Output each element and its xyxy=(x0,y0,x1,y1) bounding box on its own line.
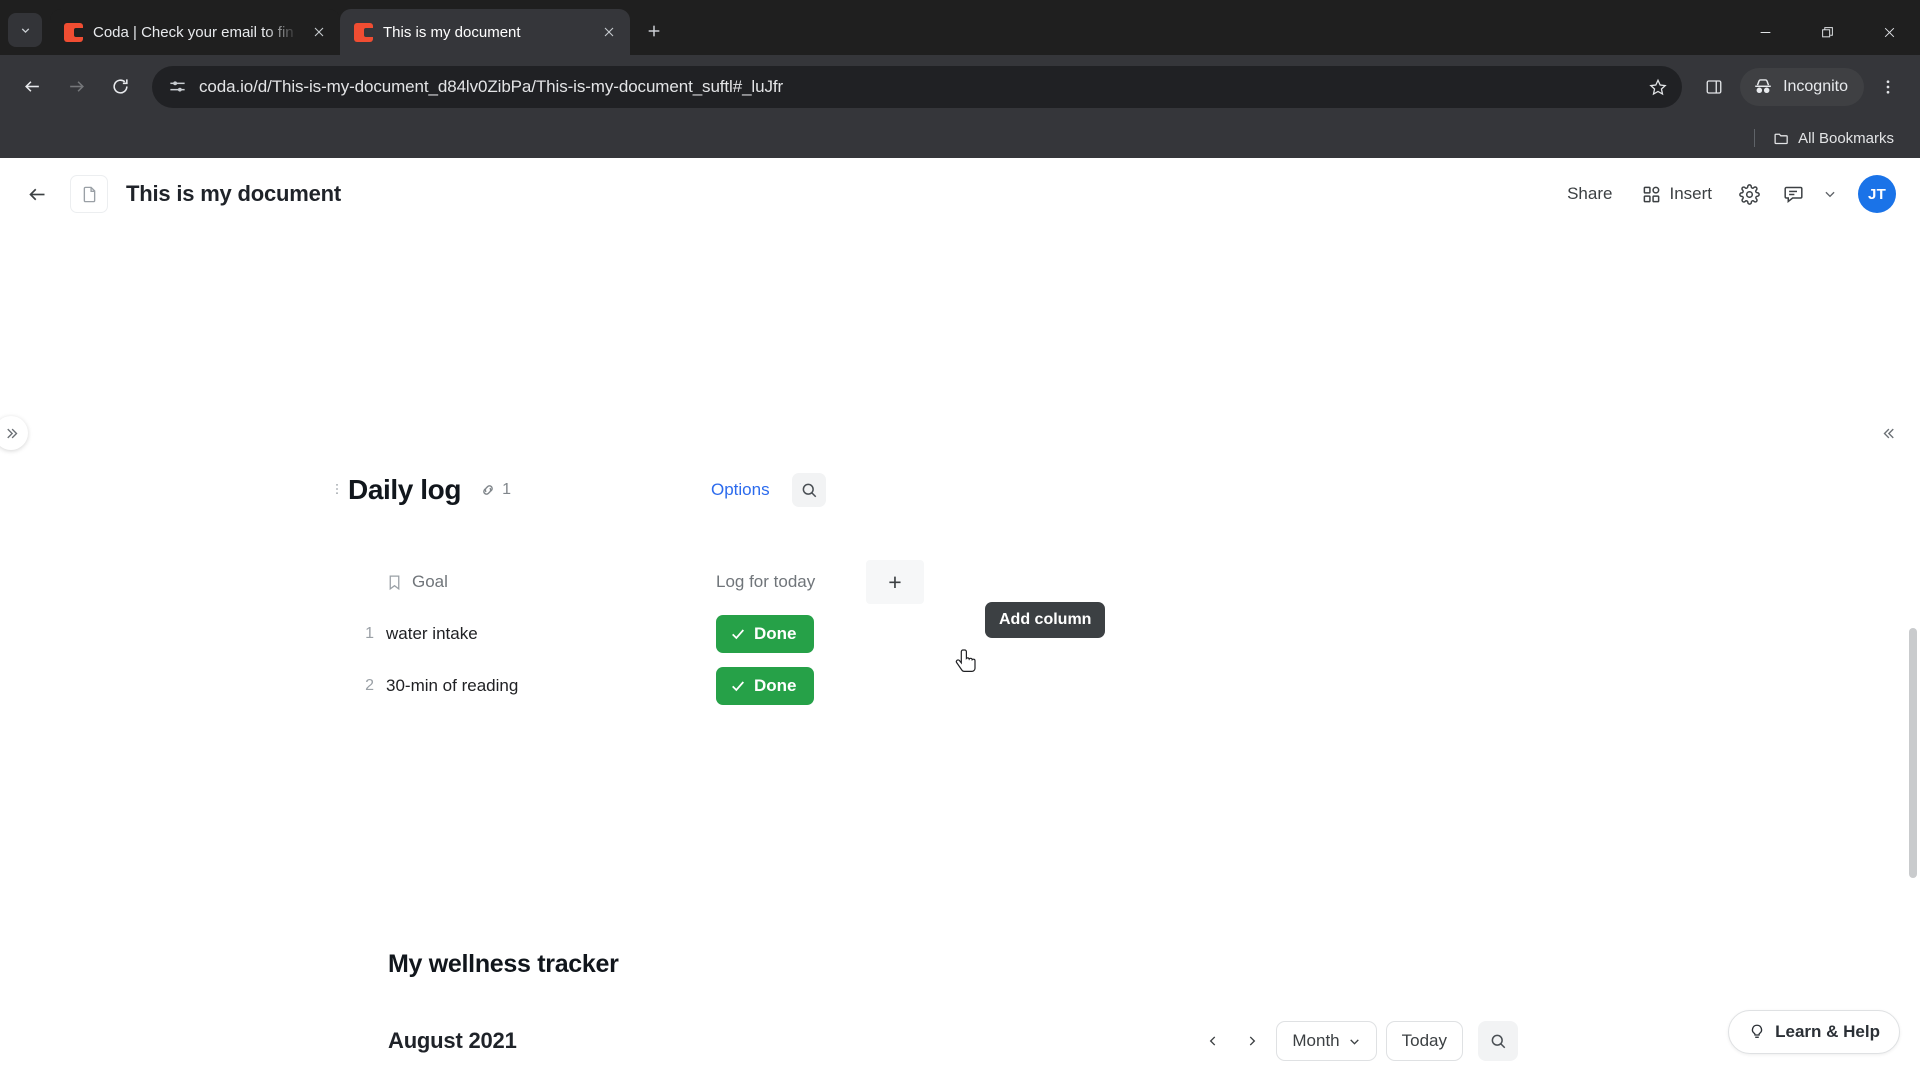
three-dot-menu-icon[interactable] xyxy=(1868,67,1908,107)
calendar-view-label: Month xyxy=(1292,1031,1340,1050)
collapse-panel-button[interactable] xyxy=(1872,416,1906,450)
daily-log-block: Daily log 1 Options Goal Log for today +… xyxy=(336,470,1332,712)
document-canvas: Daily log 1 Options Goal Log for today +… xyxy=(0,230,1920,1080)
incognito-icon xyxy=(1752,76,1774,98)
calendar-view-select[interactable]: Month xyxy=(1276,1021,1377,1061)
calendar-search-icon[interactable] xyxy=(1478,1021,1518,1061)
mouse-cursor xyxy=(955,648,981,680)
drag-handle-icon[interactable] xyxy=(326,480,348,501)
forward-arrow-icon[interactable] xyxy=(56,67,96,107)
check-icon xyxy=(730,678,746,694)
gear-icon[interactable] xyxy=(1730,175,1768,213)
bookmark-icon xyxy=(386,574,403,591)
all-bookmarks-button[interactable]: All Bookmarks xyxy=(1765,125,1902,152)
cell-goal[interactable]: water intake xyxy=(386,624,478,644)
page-scrollbar[interactable] xyxy=(1909,628,1917,878)
cell-goal[interactable]: 30-min of reading xyxy=(386,676,518,696)
close-icon[interactable] xyxy=(598,21,620,43)
grid-insert-icon xyxy=(1642,185,1661,204)
tab-title: This is my document xyxy=(383,23,521,41)
chevron-down-icon[interactable] xyxy=(1818,175,1842,213)
document-header: This is my document Share Insert JT xyxy=(0,158,1920,230)
site-settings-icon[interactable] xyxy=(168,77,187,96)
link-icon xyxy=(479,481,497,499)
address-bar[interactable]: coda.io/d/This-is-my-document_d84lv0ZibP… xyxy=(152,65,1683,108)
link-count: 1 xyxy=(502,481,511,498)
bookmark-star-icon[interactable] xyxy=(1642,71,1674,103)
link-reference-badge[interactable]: 1 xyxy=(479,481,511,499)
wellness-title: My wellness tracker xyxy=(388,950,619,978)
daily-log-table: Goal Log for today + 1 water intake Done… xyxy=(352,556,1332,712)
status-label: Done xyxy=(754,676,797,695)
status-badge[interactable]: Done xyxy=(716,615,814,653)
folder-icon xyxy=(1773,130,1790,147)
insert-label: Insert xyxy=(1669,184,1712,203)
close-icon[interactable] xyxy=(308,21,330,43)
reload-icon[interactable] xyxy=(100,67,140,107)
close-icon[interactable] xyxy=(1858,9,1920,55)
add-column-button[interactable]: + xyxy=(866,560,924,604)
incognito-badge[interactable]: Incognito xyxy=(1740,67,1864,106)
back-arrow-icon[interactable] xyxy=(12,67,52,107)
insert-button[interactable]: Insert xyxy=(1630,176,1724,212)
calendar-month-label: August 2021 xyxy=(388,1028,517,1053)
daily-log-header: Daily log 1 Options xyxy=(336,470,1332,510)
side-panel-icon[interactable] xyxy=(1694,67,1734,107)
status-label: Done xyxy=(754,624,797,643)
daily-log-title: Daily log xyxy=(348,474,462,505)
minimize-icon[interactable] xyxy=(1734,9,1796,55)
back-arrow-icon[interactable] xyxy=(18,175,56,213)
browser-tab-1[interactable]: Coda | Check your email to fin xyxy=(50,9,340,55)
next-month-button[interactable] xyxy=(1237,1026,1267,1056)
window-controls xyxy=(1734,9,1920,55)
new-tab-button[interactable] xyxy=(636,13,672,49)
document-header-actions: Share Insert JT xyxy=(1555,175,1896,213)
tab-search-button[interactable] xyxy=(8,13,42,47)
learn-help-label: Learn & Help xyxy=(1775,1022,1880,1041)
calendar-toolbar: August 2021 Month Today xyxy=(388,1021,1518,1061)
table-row[interactable]: 2 30-min of reading Done xyxy=(352,660,1332,712)
column-header-log-for-today[interactable]: Log for today xyxy=(716,572,866,592)
restore-icon[interactable] xyxy=(1796,9,1858,55)
browser-tab-2[interactable]: This is my document xyxy=(340,9,630,55)
all-bookmarks-label: All Bookmarks xyxy=(1798,129,1894,147)
row-number: 1 xyxy=(365,625,374,642)
wellness-tracker-block: My wellness tracker August 2021 Month To… xyxy=(388,950,1518,1080)
check-icon xyxy=(730,626,746,642)
url-text: coda.io/d/This-is-my-document_d84lv0ZibP… xyxy=(199,76,784,96)
tooltip: Add column xyxy=(985,602,1106,638)
divider xyxy=(1754,129,1756,147)
table-row[interactable]: 1 water intake Done xyxy=(352,608,1332,660)
prev-month-button[interactable] xyxy=(1198,1026,1228,1056)
table-header-row: Goal Log for today + xyxy=(352,556,1332,608)
options-button[interactable]: Options xyxy=(707,474,774,506)
browser-window: Coda | Check your email to fin This is m… xyxy=(0,0,1920,1080)
search-icon[interactable] xyxy=(791,473,826,507)
learn-and-help-button[interactable]: Learn & Help xyxy=(1728,1010,1900,1054)
avatar[interactable]: JT xyxy=(1858,175,1896,213)
today-button[interactable]: Today xyxy=(1385,1021,1463,1061)
lightbulb-icon xyxy=(1748,1023,1766,1041)
row-number: 2 xyxy=(365,677,374,694)
column-header-goal[interactable]: Goal xyxy=(386,572,716,592)
today-label: Today xyxy=(1401,1031,1447,1050)
document-icon[interactable] xyxy=(70,175,108,213)
tab-strip: Coda | Check your email to fin This is m… xyxy=(0,0,1920,55)
add-column-cell: + xyxy=(866,560,976,604)
coda-icon xyxy=(64,22,83,42)
browser-toolbar: coda.io/d/This-is-my-document_d84lv0ZibP… xyxy=(0,55,1920,118)
status-badge[interactable]: Done xyxy=(716,667,814,705)
comment-icon[interactable] xyxy=(1774,175,1812,213)
incognito-label: Incognito xyxy=(1783,77,1848,95)
share-button[interactable]: Share xyxy=(1555,176,1624,212)
page-title: This is my document xyxy=(126,181,342,206)
coda-page: This is my document Share Insert JT Dail… xyxy=(0,158,1920,1080)
chevron-down-icon xyxy=(1348,1035,1361,1048)
tab-title: Coda | Check your email to fin xyxy=(93,23,294,41)
column-header-label: Goal xyxy=(412,572,448,591)
coda-icon xyxy=(354,22,373,42)
bookmarks-bar: All Bookmarks xyxy=(0,118,1920,158)
